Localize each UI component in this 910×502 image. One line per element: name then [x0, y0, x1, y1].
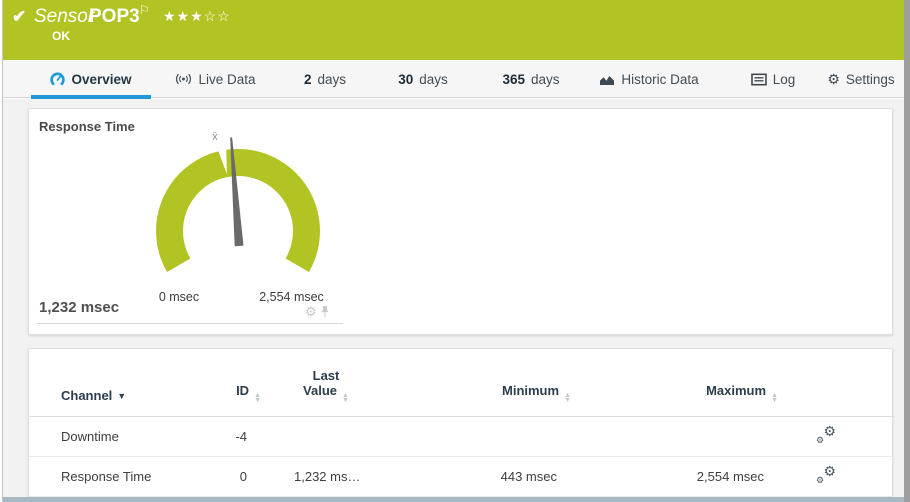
gauge-icon — [50, 72, 66, 85]
maximum-cell: 2,554 msec — [571, 456, 778, 497]
channel-table-panel: Channel ▼ ID ▲ ▼ Last Value ▲ ▼ Minimum ▲ ▼ Max… — [28, 348, 894, 502]
last-value-header-line1: Last — [312, 368, 340, 383]
channel-cell: Downtime — [29, 416, 199, 457]
tab-bar: Overview Live Data 2 days 30 days 365 da… — [3, 60, 904, 99]
tab-365-days-number: 365 — [502, 71, 525, 87]
response-time-gauge: x̄ — [156, 131, 320, 272]
priority-stars[interactable]: ★★★☆☆ — [163, 8, 231, 25]
tab-30-days-number: 30 — [398, 71, 414, 87]
gauge-toolbar: ⚙ — [305, 305, 330, 318]
gauge-settings-gear-icon[interactable]: ⚙ — [305, 305, 317, 318]
response-time-gauge-panel: Response Time x̄ 0 msec 2,554 msec 1,232… — [28, 108, 893, 335]
tab-2-days[interactable]: 2 days — [291, 60, 359, 98]
sort-icon: ▲ ▼ — [342, 392, 349, 404]
id-header-label: ID — [236, 383, 250, 398]
sort-icon: ▲ ▼ — [564, 392, 571, 404]
sensor-header: ✔ Sensor POP3 ⚐ ★★★☆☆ OK — [3, 0, 904, 60]
last-value-cell — [261, 416, 391, 457]
tab-log[interactable]: Log — [743, 60, 803, 98]
column-header-actions — [778, 349, 894, 417]
page-footer-edge — [3, 497, 904, 502]
channel-header-label: Channel — [61, 388, 113, 403]
sort-icon: ▲ ▼ — [771, 392, 778, 404]
actions-cell: ⚙ ⚙ — [778, 416, 894, 457]
tab-historic-data-label: Historic Data — [621, 71, 699, 87]
tab-historic-data[interactable]: Historic Data — [593, 60, 705, 98]
table-row-downtime: Downtime -4 ⚙ ⚙ — [29, 416, 894, 457]
tab-overview[interactable]: Overview — [31, 60, 151, 99]
tab-overview-label: Overview — [71, 71, 132, 87]
gauge-min-label: 0 msec — [158, 290, 200, 304]
maximum-cell — [571, 416, 778, 457]
gauge-max-label: 2,554 msec — [259, 290, 324, 304]
historic-chart-icon — [600, 75, 615, 85]
table-header-row: Channel ▼ ID ▲ ▼ Last Value ▲ ▼ Minimum ▲ ▼ Max… — [29, 349, 894, 417]
id-cell: 0 — [199, 456, 261, 497]
status-ok-check-icon: ✔ — [12, 7, 27, 26]
actions-cell: ⚙ ⚙ — [778, 456, 894, 497]
sort-icon: ▲ ▼ — [254, 392, 261, 404]
sensor-status-badge: OK — [52, 29, 70, 43]
tab-log-label: Log — [772, 71, 796, 87]
channel-settings-gears-icon[interactable]: ⚙ ⚙ — [816, 464, 836, 485]
column-header-last-value[interactable]: Last Value ▲ ▼ — [261, 349, 391, 417]
sensor-name: POP3 — [89, 6, 140, 27]
tab-2-days-number: 2 — [303, 71, 312, 87]
tab-live-data[interactable]: Live Data — [168, 60, 263, 98]
window-left-edge — [2, 0, 3, 502]
last-value-header-line2: Value — [303, 383, 338, 398]
gauge-title: Response Time — [39, 119, 135, 134]
scrollbar-track[interactable] — [904, 0, 910, 502]
column-header-minimum[interactable]: Minimum ▲ ▼ — [391, 349, 571, 417]
tab-365-days[interactable]: 365 days — [488, 60, 574, 98]
column-header-channel[interactable]: Channel ▼ — [29, 349, 199, 417]
pin-icon[interactable] — [320, 305, 330, 318]
priority-flag-icon[interactable]: ⚐ — [139, 3, 150, 17]
table-row-response-time: Response Time 0 1,232 ms… 443 msec 2,554… — [29, 456, 894, 497]
active-tab-underline — [31, 95, 151, 99]
live-signal-icon — [176, 73, 192, 85]
tab-365-days-label: days — [531, 71, 560, 87]
average-marker-label: x̄ — [212, 131, 218, 143]
tab-settings-label: Settings — [845, 71, 895, 87]
gauge-widget-divider — [37, 323, 343, 324]
tab-30-days[interactable]: 30 days — [386, 60, 460, 98]
tab-live-data-label: Live Data — [198, 71, 256, 87]
maximum-header-label: Maximum — [706, 383, 767, 398]
minimum-header-label: Minimum — [502, 383, 560, 398]
sorted-desc-icon: ▼ — [117, 391, 127, 401]
minimum-cell — [391, 416, 571, 457]
column-header-id[interactable]: ID ▲ ▼ — [199, 349, 261, 417]
channel-table: Channel ▼ ID ▲ ▼ Last Value ▲ ▼ Minimum ▲ ▼ Max… — [29, 349, 894, 497]
channel-cell: Response Time — [29, 456, 199, 497]
prtg-sensor-page: ✔ Sensor POP3 ⚐ ★★★☆☆ OK Overview Live D… — [0, 0, 910, 502]
tab-30-days-label: days — [419, 71, 448, 87]
minimum-cell: 443 msec — [391, 456, 571, 497]
settings-gear-icon: ⚙ — [827, 71, 840, 87]
channel-settings-gears-icon[interactable]: ⚙ ⚙ — [816, 424, 836, 445]
id-cell: -4 — [199, 416, 261, 457]
last-value-cell: 1,232 ms… — [261, 456, 391, 497]
gauge-current-value: 1,232 msec — [39, 299, 120, 316]
log-list-icon — [750, 72, 767, 85]
sensor-type-label: Sensor — [34, 6, 95, 27]
tab-settings[interactable]: ⚙ Settings — [821, 60, 901, 98]
column-header-maximum[interactable]: Maximum ▲ ▼ — [571, 349, 778, 417]
tab-2-days-label: days — [317, 71, 347, 87]
